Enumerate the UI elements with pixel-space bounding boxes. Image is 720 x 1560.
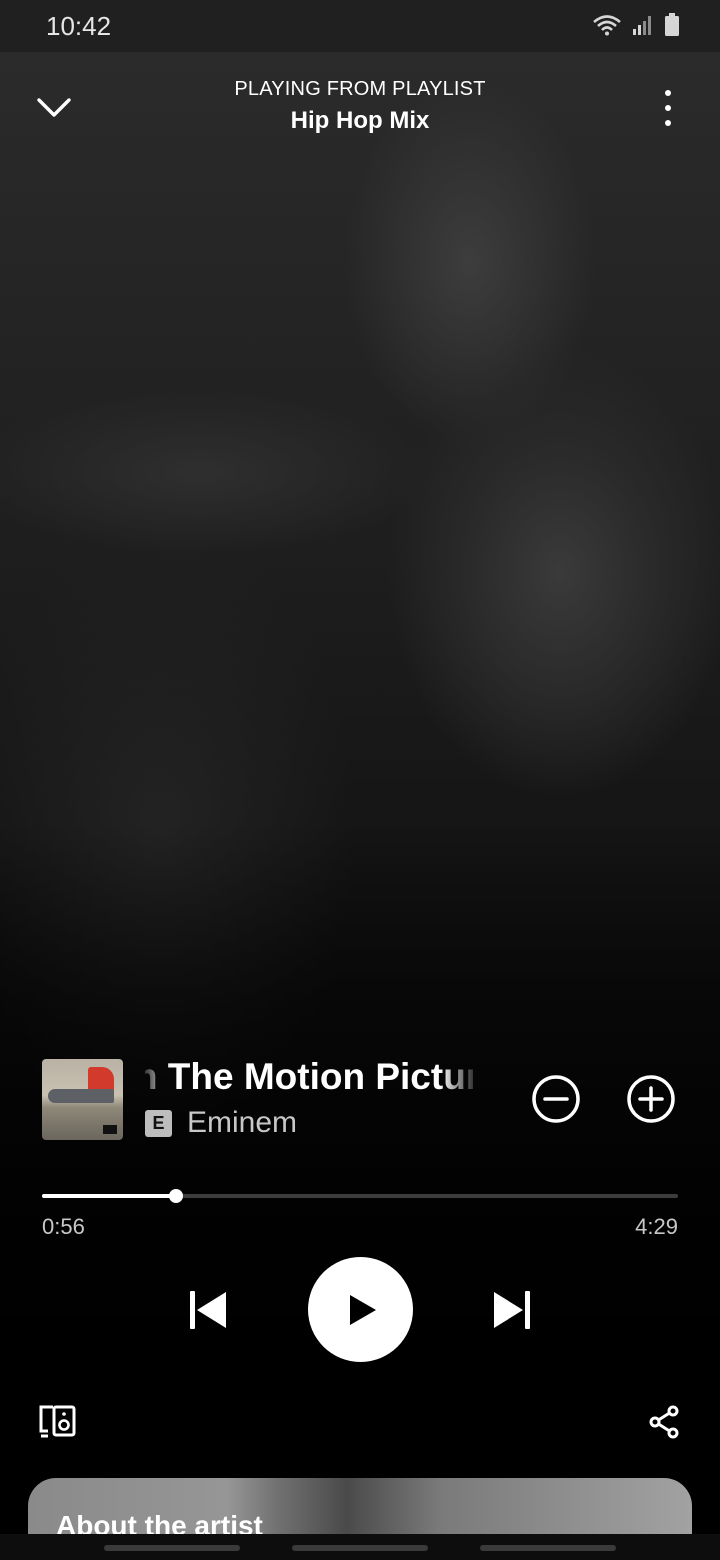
nav-recents-button[interactable] [104, 1545, 240, 1551]
skip-next-icon [494, 1291, 530, 1329]
playing-context[interactable]: PLAYING FROM PLAYLIST Hip Hop Mix [160, 78, 560, 135]
nav-home-button[interactable] [292, 1545, 428, 1551]
background-fade [0, 820, 720, 1560]
chevron-down-icon [37, 98, 71, 117]
progress-bar[interactable] [42, 1189, 678, 1203]
more-vertical-icon [665, 90, 671, 96]
connect-devices-icon [39, 1405, 76, 1438]
artist-name[interactable]: Eminem [187, 1106, 297, 1140]
play-button[interactable] [308, 1257, 413, 1362]
time-total: 4:29 [635, 1214, 678, 1239]
context-label: PLAYING FROM PLAYLIST [234, 78, 486, 100]
battery-icon [665, 13, 679, 36]
nav-back-button[interactable] [480, 1545, 616, 1551]
next-button[interactable] [490, 1288, 534, 1332]
more-options-button[interactable] [656, 88, 680, 128]
share-button[interactable] [648, 1405, 680, 1439]
plus-circle-icon [627, 1075, 675, 1123]
explicit-badge: E [145, 1110, 172, 1137]
track-title-marquee[interactable]: From The Motion Picture [145, 1056, 473, 1106]
connect-devices-button[interactable] [38, 1403, 78, 1439]
status-time: 10:42 [46, 11, 112, 41]
remove-button[interactable] [530, 1073, 582, 1125]
play-icon [349, 1294, 376, 1325]
playlist-name: Hip Hop Mix [290, 107, 430, 134]
add-button[interactable] [625, 1073, 677, 1125]
progress-fill [42, 1194, 176, 1198]
status-bar: 10:42 [0, 0, 720, 52]
progress-thumb[interactable] [168, 1189, 183, 1203]
share-icon [649, 1405, 679, 1439]
wifi-icon [593, 15, 621, 36]
time-elapsed: 0:56 [42, 1214, 85, 1239]
track-title: From The Motion Picture [145, 1056, 473, 1097]
minus-circle-icon [532, 1075, 580, 1123]
status-icons [592, 13, 680, 37]
collapse-button[interactable] [34, 88, 74, 128]
signal-icon [633, 16, 651, 35]
skip-previous-icon [190, 1291, 226, 1329]
album-art[interactable] [42, 1059, 123, 1140]
previous-button[interactable] [186, 1288, 230, 1332]
